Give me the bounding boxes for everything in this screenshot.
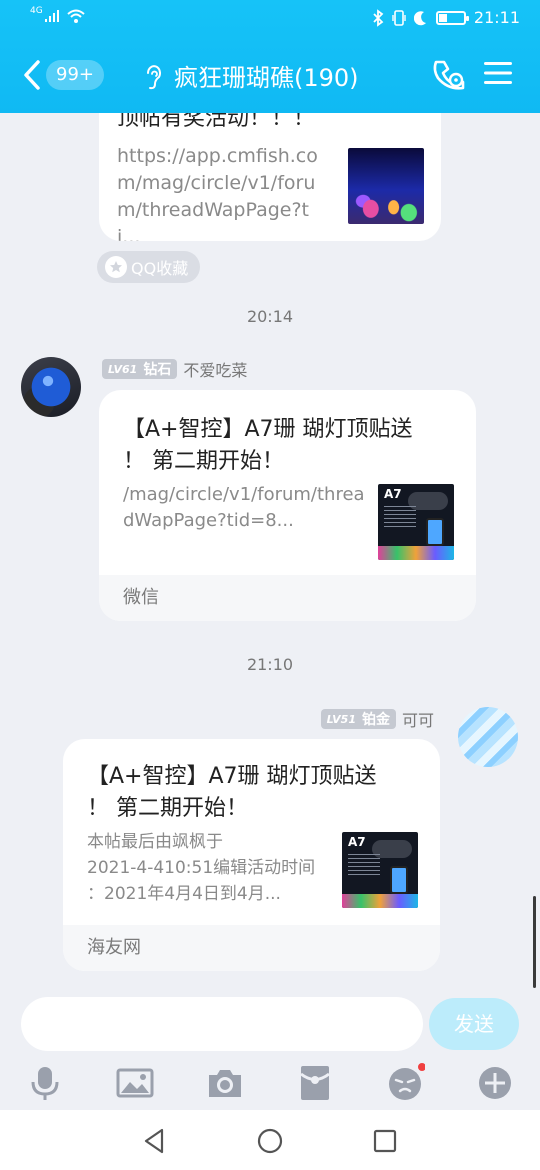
network-type: 4G — [30, 6, 43, 16]
card-title: 【A+智控】A7珊 瑚灯顶贴送 ！ 第二期开始！ — [123, 417, 413, 474]
title-bar: 99+ 疯狂珊瑚礁(190) — [0, 36, 540, 113]
scrollbar[interactable] — [533, 896, 536, 988]
nav-home-icon[interactable] — [255, 1126, 285, 1156]
signal-icon — [44, 10, 59, 22]
status-left: 4G — [30, 6, 85, 23]
qq-favorite-tag[interactable]: QQ收藏 — [97, 251, 201, 283]
wifi-icon — [67, 9, 85, 23]
chat-title: 疯狂珊瑚礁(190) — [174, 64, 359, 92]
phone-settings-icon[interactable] — [428, 56, 468, 94]
card-source: 海友网 — [63, 925, 440, 971]
card-description: 本帖最后由飒枫于 2021-4-410:51编辑活动时间 ：2021年4月4日到… — [87, 832, 316, 904]
camera-icon[interactable] — [205, 1063, 245, 1103]
microphone-icon[interactable] — [25, 1063, 65, 1103]
input-toolbar — [0, 1055, 540, 1110]
red-packet-icon[interactable] — [295, 1063, 335, 1103]
header: 4G 21:11 99+ 疯狂珊瑚礁(190) — [0, 0, 540, 113]
bluetooth-icon — [373, 8, 384, 27]
member-level-tag: LV51 铂金 — [320, 709, 396, 729]
card-description: /mag/circle/v1/forum/threa dWapPage?tid=… — [123, 484, 365, 531]
card-title: 顶帖有奖活动！！！ — [117, 113, 316, 131]
system-nav-bar — [0, 1110, 540, 1170]
sender-name: 可可 — [401, 711, 434, 730]
card-url: https://app.cmfish.co m/mag/circle/v1/fo… — [117, 145, 318, 241]
sender-name: 不爱吃菜 — [183, 361, 248, 380]
star-icon — [105, 256, 127, 278]
vibrate-icon — [392, 9, 406, 26]
ear-icon — [147, 65, 161, 90]
card-thumbnail — [348, 148, 424, 224]
input-row: 发送 — [0, 993, 540, 1055]
image-icon[interactable] — [115, 1063, 155, 1103]
send-button[interactable]: 发送 — [429, 998, 519, 1050]
card-thumbnail: A7 — [342, 832, 418, 908]
unread-badge[interactable]: 99+ — [46, 60, 104, 90]
avatar[interactable] — [458, 707, 518, 767]
clock: 21:11 — [473, 8, 520, 27]
avatar[interactable] — [21, 357, 81, 417]
menu-icon[interactable] — [484, 60, 512, 86]
member-level-tag: LV61 钻石 — [102, 359, 178, 379]
timestamp: 20:14 — [246, 307, 294, 326]
timestamp: 21:10 — [246, 655, 294, 674]
message-card[interactable]: 顶帖有奖活动！！！ https://app.cmfish.co m/mag/ci… — [99, 113, 441, 241]
qq-favorite-label: QQ收藏 — [131, 259, 189, 278]
status-right: 21:11 — [372, 8, 520, 27]
card-thumbnail: A7 — [378, 484, 454, 560]
sender-info: LV51 铂金 可可 — [320, 707, 434, 731]
battery-icon — [435, 10, 469, 25]
nav-recents-icon[interactable] — [370, 1126, 400, 1156]
message-card[interactable]: 【A+智控】A7珊 瑚灯顶贴送 ！ 第二期开始！ 本帖最后由飒枫于 2021-4… — [63, 739, 440, 971]
sender-info: LV61 钻石 不爱吃菜 — [102, 357, 247, 381]
nav-back-icon[interactable] — [140, 1126, 170, 1156]
moon-icon — [413, 10, 426, 25]
emoji-icon[interactable] — [385, 1063, 425, 1103]
chat-area[interactable]: 顶帖有奖活动！！！ https://app.cmfish.co m/mag/ci… — [0, 113, 540, 993]
message-input[interactable] — [21, 997, 423, 1051]
status-bar: 4G 21:11 — [0, 0, 540, 36]
plus-icon[interactable] — [475, 1063, 515, 1103]
message-card[interactable]: 【A+智控】A7珊 瑚灯顶贴送 ！ 第二期开始！ /mag/circle/v1/… — [99, 390, 476, 621]
card-source: 微信 — [99, 575, 476, 621]
card-title: 【A+智控】A7珊 瑚灯顶贴送 ！ 第二期开始！ — [87, 764, 377, 821]
